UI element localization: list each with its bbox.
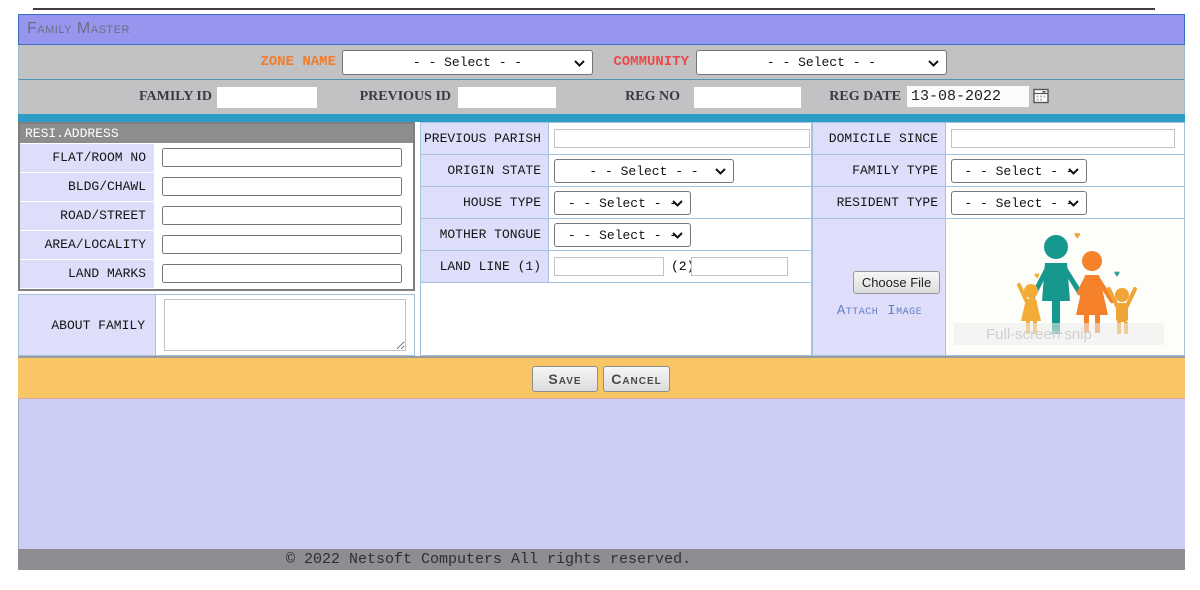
road-street-input[interactable] — [162, 206, 402, 225]
area-locality-input[interactable] — [162, 235, 402, 254]
road-street-label: ROAD/STREET — [20, 202, 154, 230]
chevron-down-icon — [1068, 200, 1079, 207]
choose-file-button[interactable]: Choose File — [853, 271, 940, 294]
chevron-down-icon — [672, 200, 683, 207]
about-family-label: ABOUT FAMILY — [19, 295, 156, 355]
previous-id-input[interactable] — [458, 87, 556, 108]
teal-divider — [18, 114, 1185, 122]
family-id-label: FAMILY ID — [112, 80, 212, 114]
calendar-icon[interactable] — [1033, 88, 1050, 104]
save-button[interactable]: Save — [532, 366, 598, 392]
bldg-chawl-input[interactable] — [162, 177, 402, 196]
community-select-value: - - Select - - — [767, 55, 876, 70]
mother-tongue-row: MOTHER TONGUE - - Select - - — [420, 218, 812, 251]
family-id-input[interactable] — [217, 87, 317, 108]
about-family-row: ABOUT FAMILY — [18, 294, 415, 356]
window-top-border — [33, 8, 1155, 10]
flat-room-no-label: FLAT/ROOM NO — [20, 144, 154, 172]
resi-address-header: RESI.ADDRESS — [20, 124, 413, 143]
reg-date-label: REG DATE — [801, 80, 901, 114]
land-marks-input[interactable] — [162, 264, 402, 283]
attach-image-row: Choose File Attach Image — [812, 218, 1185, 356]
resi-address-section: RESI.ADDRESS FLAT/ROOM NO BLDG/CHAWL ROA… — [18, 122, 415, 291]
id-reg-row: FAMILY ID PREVIOUS ID REG NO REG DATE 13… — [18, 80, 1185, 114]
about-family-textarea[interactable] — [164, 299, 406, 351]
land-line-row: LAND LINE (1) (2) — [420, 250, 812, 283]
zone-name-select-value: - - Select - - — [413, 55, 522, 70]
previous-parish-row: PREVIOUS PARISH — [420, 122, 812, 155]
domicile-since-label: DOMICILE SINCE — [813, 123, 946, 154]
heart-icon: ♥ — [1034, 271, 1040, 282]
house-type-select-value: - - Select - - — [568, 196, 677, 211]
resident-type-label: RESIDENT TYPE — [813, 187, 946, 218]
mother-tongue-select-value: - - Select - - — [568, 228, 677, 243]
address-row: FLAT/ROOM NO — [20, 143, 413, 172]
resident-type-select[interactable]: - - Select - - — [951, 191, 1087, 215]
attach-cell: Choose File Attach Image — [813, 219, 946, 355]
family-type-label: FAMILY TYPE — [813, 155, 946, 186]
family-photo-cell: ♥ ♥ ♥ Full-screen snip — [946, 219, 1184, 355]
footer-bar: © 2022 Netsoft Computers All rights rese… — [18, 549, 1185, 570]
flat-room-no-input[interactable] — [162, 148, 402, 167]
community-label: COMMUNITY — [604, 45, 689, 80]
bottom-spacer — [18, 399, 1185, 549]
address-row: BLDG/CHAWL — [20, 172, 413, 201]
origin-state-select[interactable]: - - Select - - — [554, 159, 734, 183]
chevron-down-icon — [574, 60, 585, 67]
reg-date-field[interactable]: 13-08-2022 — [907, 86, 1029, 107]
copyright-text: © 2022 Netsoft Computers All rights rese… — [18, 549, 1185, 570]
page-title: Family Master — [19, 15, 1184, 43]
chevron-down-icon — [672, 232, 683, 239]
heart-icon: ♥ — [1114, 269, 1120, 280]
domicile-since-input[interactable] — [951, 129, 1175, 148]
heart-icon: ♥ — [1074, 230, 1081, 242]
bldg-chawl-label: BLDG/CHAWL — [20, 173, 154, 201]
reg-no-input[interactable] — [694, 87, 801, 108]
family-photo-watermark: Full-screen snip — [986, 326, 1092, 343]
previous-id-label: PREVIOUS ID — [351, 80, 451, 114]
action-bar: Save Cancel — [18, 358, 1185, 399]
attach-image-label: Attach Image — [813, 303, 946, 319]
previous-parish-input[interactable] — [554, 129, 810, 148]
family-image: ♥ ♥ ♥ Full-screen snip — [946, 219, 1184, 353]
zone-community-row: ZONE NAME - - Select - - COMMUNITY - - S… — [18, 45, 1185, 80]
address-row: ROAD/STREET — [20, 201, 413, 230]
origin-state-row: ORIGIN STATE - - Select - - — [420, 154, 812, 187]
area-locality-label: AREA/LOCALITY — [20, 231, 154, 259]
origin-state-select-value: - - Select - - — [589, 164, 698, 179]
family-master-window: Family Master ZONE NAME - - Select - - C… — [18, 14, 1185, 570]
previous-parish-label: PREVIOUS PARISH — [421, 123, 549, 154]
family-type-row: FAMILY TYPE - - Select - - — [812, 154, 1185, 187]
land-marks-label: LAND MARKS — [20, 260, 154, 288]
land-line-2-input[interactable] — [691, 257, 788, 276]
origin-state-label: ORIGIN STATE — [421, 155, 549, 186]
house-type-row: HOUSE TYPE - - Select - - — [420, 186, 812, 219]
resident-type-row: RESIDENT TYPE - - Select - - — [812, 186, 1185, 219]
zone-name-label: ZONE NAME — [236, 45, 336, 80]
empty-cell — [420, 282, 812, 356]
land-line-1-input[interactable] — [554, 257, 664, 276]
community-select[interactable]: - - Select - - — [696, 50, 947, 75]
land-line-label: LAND LINE (1) — [421, 251, 549, 282]
resident-type-select-value: - - Select - - — [964, 196, 1073, 211]
mother-tongue-label: MOTHER TONGUE — [421, 219, 549, 250]
domicile-since-row: DOMICILE SINCE — [812, 122, 1185, 155]
title-bar: Family Master — [18, 14, 1185, 45]
family-type-select[interactable]: - - Select - - — [951, 159, 1087, 183]
address-row: LAND MARKS — [20, 259, 413, 288]
chevron-down-icon — [715, 168, 726, 175]
cancel-button[interactable]: Cancel — [603, 366, 670, 392]
mother-tongue-select[interactable]: - - Select - - — [554, 223, 691, 247]
address-row: AREA/LOCALITY — [20, 230, 413, 259]
house-type-select[interactable]: - - Select - - — [554, 191, 691, 215]
zone-name-select[interactable]: - - Select - - — [342, 50, 593, 75]
family-type-select-value: - - Select - - — [964, 164, 1073, 179]
reg-no-label: REG NO — [580, 80, 680, 114]
house-type-label: HOUSE TYPE — [421, 187, 549, 218]
chevron-down-icon — [1068, 168, 1079, 175]
chevron-down-icon — [928, 60, 939, 67]
